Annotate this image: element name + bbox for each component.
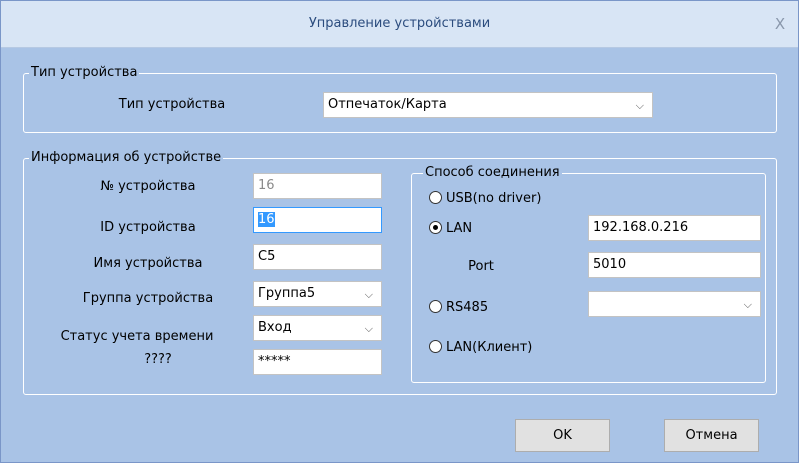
lan-client-radio[interactable]: LAN(Клиент) [429, 339, 532, 357]
radio-on-icon [429, 221, 442, 234]
device-group-value: Группа5 [258, 286, 316, 301]
password-label: ???? [144, 352, 172, 367]
device-type-label: Тип устройства [118, 97, 226, 112]
device-info-legend: Информация об устройстве [29, 150, 224, 166]
window-title: Управление устройствами [308, 16, 491, 31]
password-field[interactable]: ***** [253, 349, 382, 375]
device-number-label: № устройства [100, 179, 196, 194]
radio-off-icon [429, 340, 442, 353]
device-name-field[interactable]: C5 [253, 244, 382, 270]
lan-radio[interactable]: LAN [429, 220, 472, 238]
rs485-label: RS485 [446, 300, 489, 315]
device-id-label: ID устройства [100, 220, 196, 235]
time-status-select[interactable]: Вход ⌵ [253, 315, 382, 341]
chevron-down-icon: ⌵ [364, 288, 373, 301]
radio-off-icon [429, 191, 442, 204]
chevron-down-icon: ⌵ [364, 322, 373, 335]
usb-radio[interactable]: USB(no driver) [429, 190, 541, 208]
title-bar: Управление устройствами X [1, 1, 798, 48]
rs485-radio[interactable]: RS485 [429, 299, 488, 317]
device-type-select[interactable]: Отпечаток/Карта ⌵ [323, 92, 653, 118]
time-status-value: Вход [258, 320, 292, 335]
cancel-button[interactable]: Отмена [664, 419, 759, 452]
device-type-legend: Тип устройства [29, 65, 140, 81]
device-number-field[interactable]: 16 [253, 173, 382, 199]
lan-ip-field[interactable]: 192.168.0.216 [588, 215, 761, 241]
device-id-value: 16 [258, 212, 275, 227]
device-type-value: Отпечаток/Карта [328, 97, 447, 112]
ok-button[interactable]: OK [515, 419, 610, 452]
chevron-down-icon: ⌵ [635, 99, 644, 112]
device-group-label: Группа устройства [82, 291, 214, 306]
device-group-select[interactable]: Группа5 ⌵ [253, 281, 382, 307]
close-icon[interactable]: X [770, 14, 790, 34]
lan-label: LAN [446, 221, 473, 236]
port-field[interactable]: 5010 [588, 252, 761, 278]
connection-legend: Способ соединения [423, 165, 562, 181]
device-management-dialog: Управление устройствами X Тип устройства… [0, 0, 799, 463]
chevron-down-icon: ⌵ [743, 298, 752, 311]
rs485-select[interactable]: ⌵ [588, 291, 761, 317]
usb-label: USB(no driver) [446, 191, 542, 206]
port-label: Port [468, 259, 494, 274]
time-status-label: Статус учета времени [60, 329, 214, 344]
radio-off-icon [429, 300, 442, 313]
lan-client-label: LAN(Клиент) [446, 340, 533, 355]
device-name-label: Имя устройства [93, 256, 203, 271]
device-id-field[interactable]: 16 [253, 207, 382, 233]
